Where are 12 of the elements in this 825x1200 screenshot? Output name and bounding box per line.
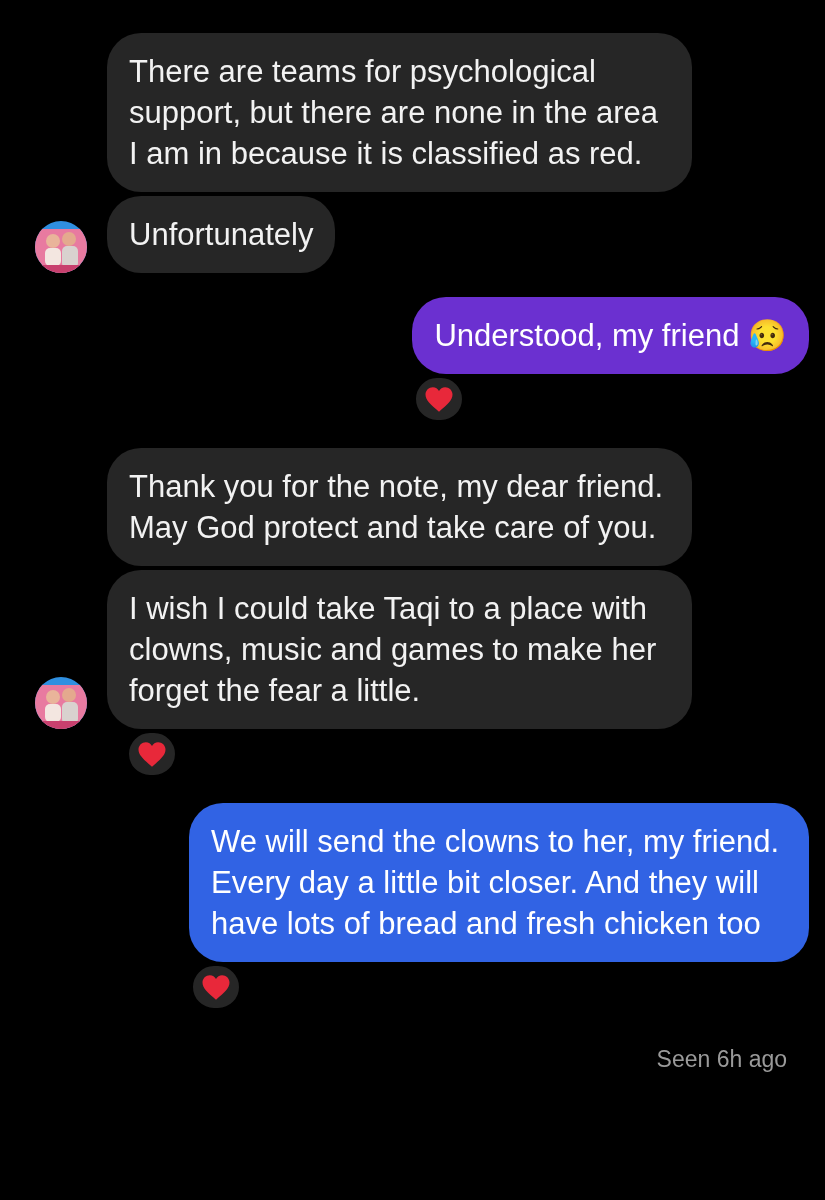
seen-status: Seen 6h ago xyxy=(656,1045,787,1074)
message-bubble: Unfortunately xyxy=(107,196,336,273)
heart-icon xyxy=(201,973,231,1001)
message-bubble: I wish I could take Taqi to a place with clowns, music and games to make her forget the fear a little. xyxy=(107,570,692,729)
message-bubble: Thank you for the note, my dear friend. May God protect and take care of you. xyxy=(107,448,692,566)
heart-icon xyxy=(137,740,167,768)
avatar[interactable] xyxy=(35,221,87,273)
message-bubble: Understood, my friend 😥 xyxy=(412,297,809,374)
heart-icon xyxy=(424,385,455,413)
message-bubble: There are teams for psychological support, but there are none in the area I am in because it is classified as red. xyxy=(107,33,692,192)
avatar[interactable] xyxy=(35,677,87,729)
message-bubble: We will send the clowns to her, my friend. Every day a little bit closer. And they will have lots of bread and fresh chicken too xyxy=(189,803,809,962)
